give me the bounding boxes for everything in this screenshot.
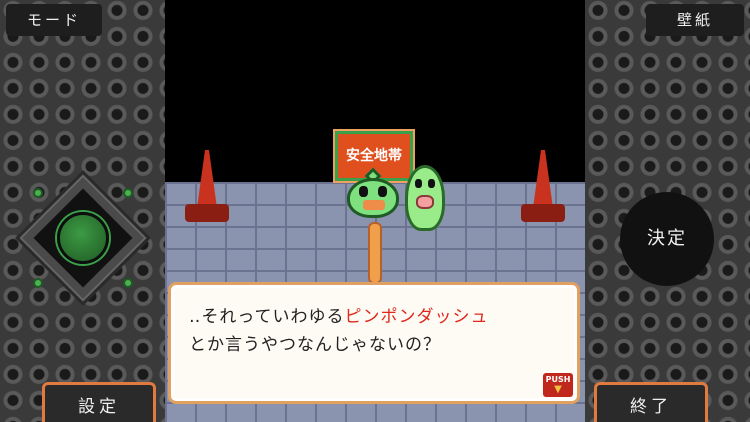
wallpaper-button[interactable]: 壁紙	[646, 4, 744, 36]
push-label: PUSH	[545, 375, 571, 384]
end-button[interactable]: 終了	[594, 382, 708, 422]
push-indicator[interactable]: PUSH ▼	[543, 373, 573, 397]
dialog-line-2: とか言うやつなんじゃないの？	[189, 335, 441, 355]
left-panel	[0, 0, 165, 422]
dpad[interactable]	[15, 170, 151, 306]
dpad-knob[interactable]	[57, 212, 109, 264]
traffic-cone	[521, 150, 565, 224]
traffic-cone	[185, 150, 229, 224]
dpad-corner-dot	[123, 278, 133, 288]
green-duck-character	[405, 165, 445, 231]
green-lizard-character	[347, 167, 399, 222]
dialog-text: ‥それっていわゆるピンポンダッシュ とか言うやつなんじゃないの？	[189, 303, 569, 359]
dialog-line-1-text: ‥それっていわゆる	[189, 307, 345, 327]
dialog-highlight-text: ピンポンダッシュ	[344, 307, 489, 327]
mode-button[interactable]: モード	[6, 4, 102, 36]
settings-button[interactable]: 設定	[42, 382, 156, 422]
character-tongue	[368, 222, 382, 284]
push-arrow-icon: ▼	[554, 384, 562, 395]
dpad-corner-dot	[33, 278, 43, 288]
dialog-box[interactable]: ‥それっていわゆるピンポンダッシュ とか言うやつなんじゃないの？	[168, 282, 580, 404]
dialog-line-1: ‥それっていわゆるピンポンダッシュ	[189, 303, 569, 331]
dpad-corner-dot	[33, 188, 43, 198]
dpad-corner-dot	[123, 188, 133, 198]
decide-button[interactable]: 決定	[620, 192, 714, 286]
